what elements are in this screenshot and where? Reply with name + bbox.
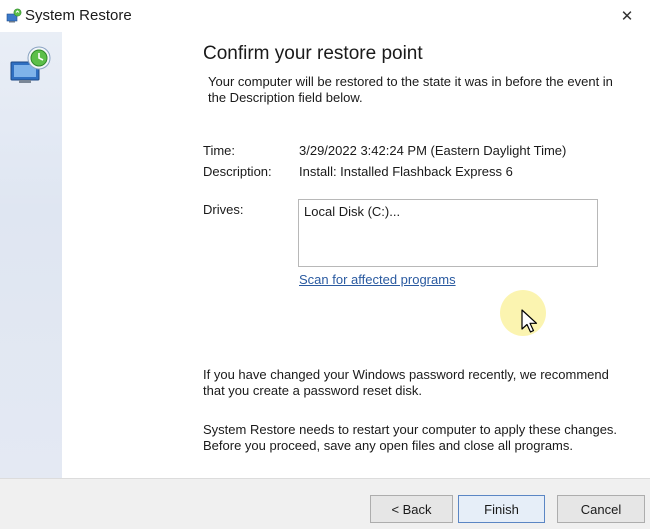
intro-text: Your computer will be restored to the st… bbox=[208, 74, 613, 105]
close-button[interactable]: ✕ bbox=[604, 0, 650, 32]
sidebar-panel bbox=[0, 32, 62, 478]
title-bar[interactable]: System Restore ✕ bbox=[0, 0, 650, 32]
time-value: 3/29/2022 3:42:24 PM (Eastern Daylight T… bbox=[299, 143, 567, 158]
finish-button[interactable]: Finish bbox=[458, 495, 545, 523]
window-title: System Restore bbox=[25, 7, 132, 24]
description-value: Install: Installed Flashback Express 6 bbox=[299, 164, 513, 179]
drives-list[interactable]: Local Disk (C:)... bbox=[298, 199, 598, 267]
system-restore-window: System Restore ✕ Confirm your restore po… bbox=[0, 0, 650, 529]
drives-label: Drives: bbox=[203, 202, 244, 217]
mouse-cursor-icon bbox=[521, 309, 538, 333]
description-label: Description: bbox=[203, 164, 272, 179]
back-button[interactable]: < Back bbox=[370, 495, 453, 523]
scan-affected-programs-link[interactable]: Scan for affected programs bbox=[299, 272, 456, 287]
drive-item[interactable]: Local Disk (C:)... bbox=[304, 204, 400, 219]
computer-restore-icon bbox=[10, 46, 51, 83]
restart-note: System Restore needs to restart your com… bbox=[203, 422, 618, 453]
close-icon: ✕ bbox=[620, 8, 634, 25]
page-title: Confirm your restore point bbox=[203, 43, 423, 64]
cancel-button[interactable]: Cancel bbox=[557, 495, 645, 523]
time-label: Time: bbox=[203, 143, 236, 158]
system-restore-icon bbox=[6, 8, 22, 23]
button-bar: < Back Finish Cancel bbox=[0, 478, 650, 529]
password-note: If you have changed your Windows passwor… bbox=[203, 367, 609, 398]
content-panel: Confirm your restore point Your computer… bbox=[62, 32, 650, 478]
